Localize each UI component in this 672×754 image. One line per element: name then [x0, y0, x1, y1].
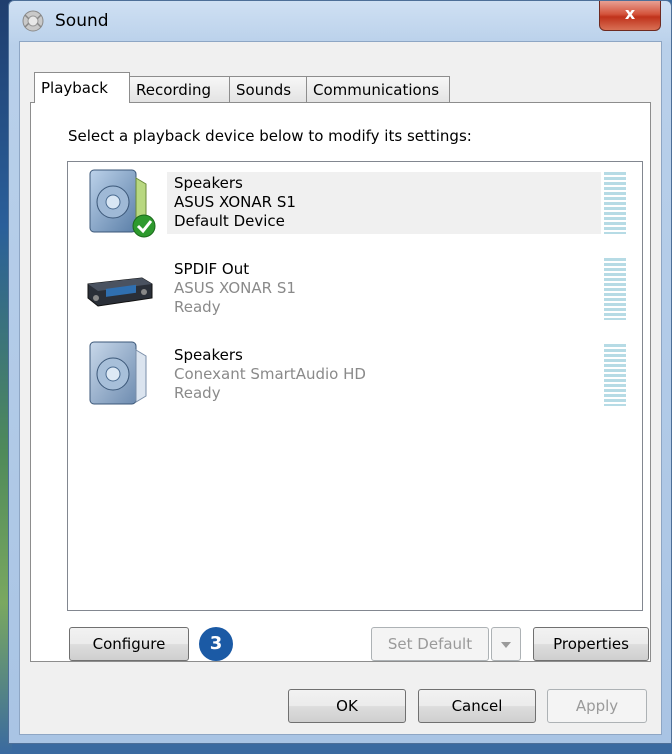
device-driver: ASUS XONAR S1	[174, 279, 296, 297]
device-driver: Conexant SmartAudio HD	[174, 365, 366, 383]
sound-dialog: Sound x Playback Recording Sounds Commun…	[8, 0, 672, 744]
tab-playback[interactable]: Playback	[34, 72, 130, 103]
configure-button[interactable]: Configure	[69, 627, 189, 661]
device-status: Ready	[174, 384, 221, 402]
speaker-icon	[89, 341, 147, 405]
volume-meter	[604, 172, 626, 234]
device-driver: ASUS XONAR S1	[174, 193, 296, 211]
tab-communications[interactable]: Communications	[306, 76, 450, 102]
device-name: Speakers	[174, 346, 243, 364]
sound-app-icon	[22, 10, 44, 32]
ok-button[interactable]: OK	[288, 689, 406, 723]
device-item-speakers-asus[interactable]: Speakers ASUS XONAR S1 Default Device	[72, 168, 638, 248]
title-bar[interactable]: Sound x	[9, 1, 671, 41]
device-status: Ready	[174, 298, 221, 316]
digital-receiver-icon	[87, 277, 153, 307]
apply-button[interactable]: Apply	[547, 689, 647, 723]
close-button[interactable]: x	[599, 1, 661, 31]
set-default-dropdown[interactable]	[491, 627, 521, 661]
tab-label: Playback	[41, 79, 108, 97]
volume-meter	[604, 344, 626, 406]
playback-panel: Select a playback device below to modify…	[30, 102, 651, 662]
cancel-button[interactable]: Cancel	[418, 689, 536, 723]
tab-label: Recording	[136, 81, 212, 99]
chevron-down-icon	[501, 642, 511, 648]
instruction-text: Select a playback device below to modify…	[68, 127, 472, 145]
tab-label: Sounds	[236, 81, 292, 99]
close-icon: x	[624, 4, 636, 23]
window-title: Sound	[55, 11, 109, 31]
tab-recording[interactable]: Recording	[129, 76, 230, 102]
device-item-speakers-conexant[interactable]: Speakers Conexant SmartAudio HD Ready	[72, 340, 638, 420]
device-status: Default Device	[174, 212, 285, 230]
device-text: SPDIF Out ASUS XONAR S1 Ready	[174, 260, 296, 317]
step-badge: 3	[199, 627, 233, 661]
dialog-client: Playback Recording Sounds Communications…	[19, 41, 662, 735]
speaker-icon	[89, 169, 156, 238]
tab-sounds[interactable]: Sounds	[229, 76, 307, 102]
set-default-button[interactable]: Set Default	[371, 627, 489, 661]
device-name: Speakers	[174, 174, 243, 192]
device-text: Speakers ASUS XONAR S1 Default Device	[174, 174, 296, 231]
device-list[interactable]: Speakers ASUS XONAR S1 Default Device SP…	[67, 161, 643, 611]
volume-meter	[604, 258, 626, 320]
tab-label: Communications	[313, 81, 440, 99]
device-text: Speakers Conexant SmartAudio HD Ready	[174, 346, 366, 403]
device-name: SPDIF Out	[174, 260, 250, 278]
device-item-spdif[interactable]: SPDIF Out ASUS XONAR S1 Ready	[72, 254, 638, 334]
properties-button[interactable]: Properties	[533, 627, 649, 661]
